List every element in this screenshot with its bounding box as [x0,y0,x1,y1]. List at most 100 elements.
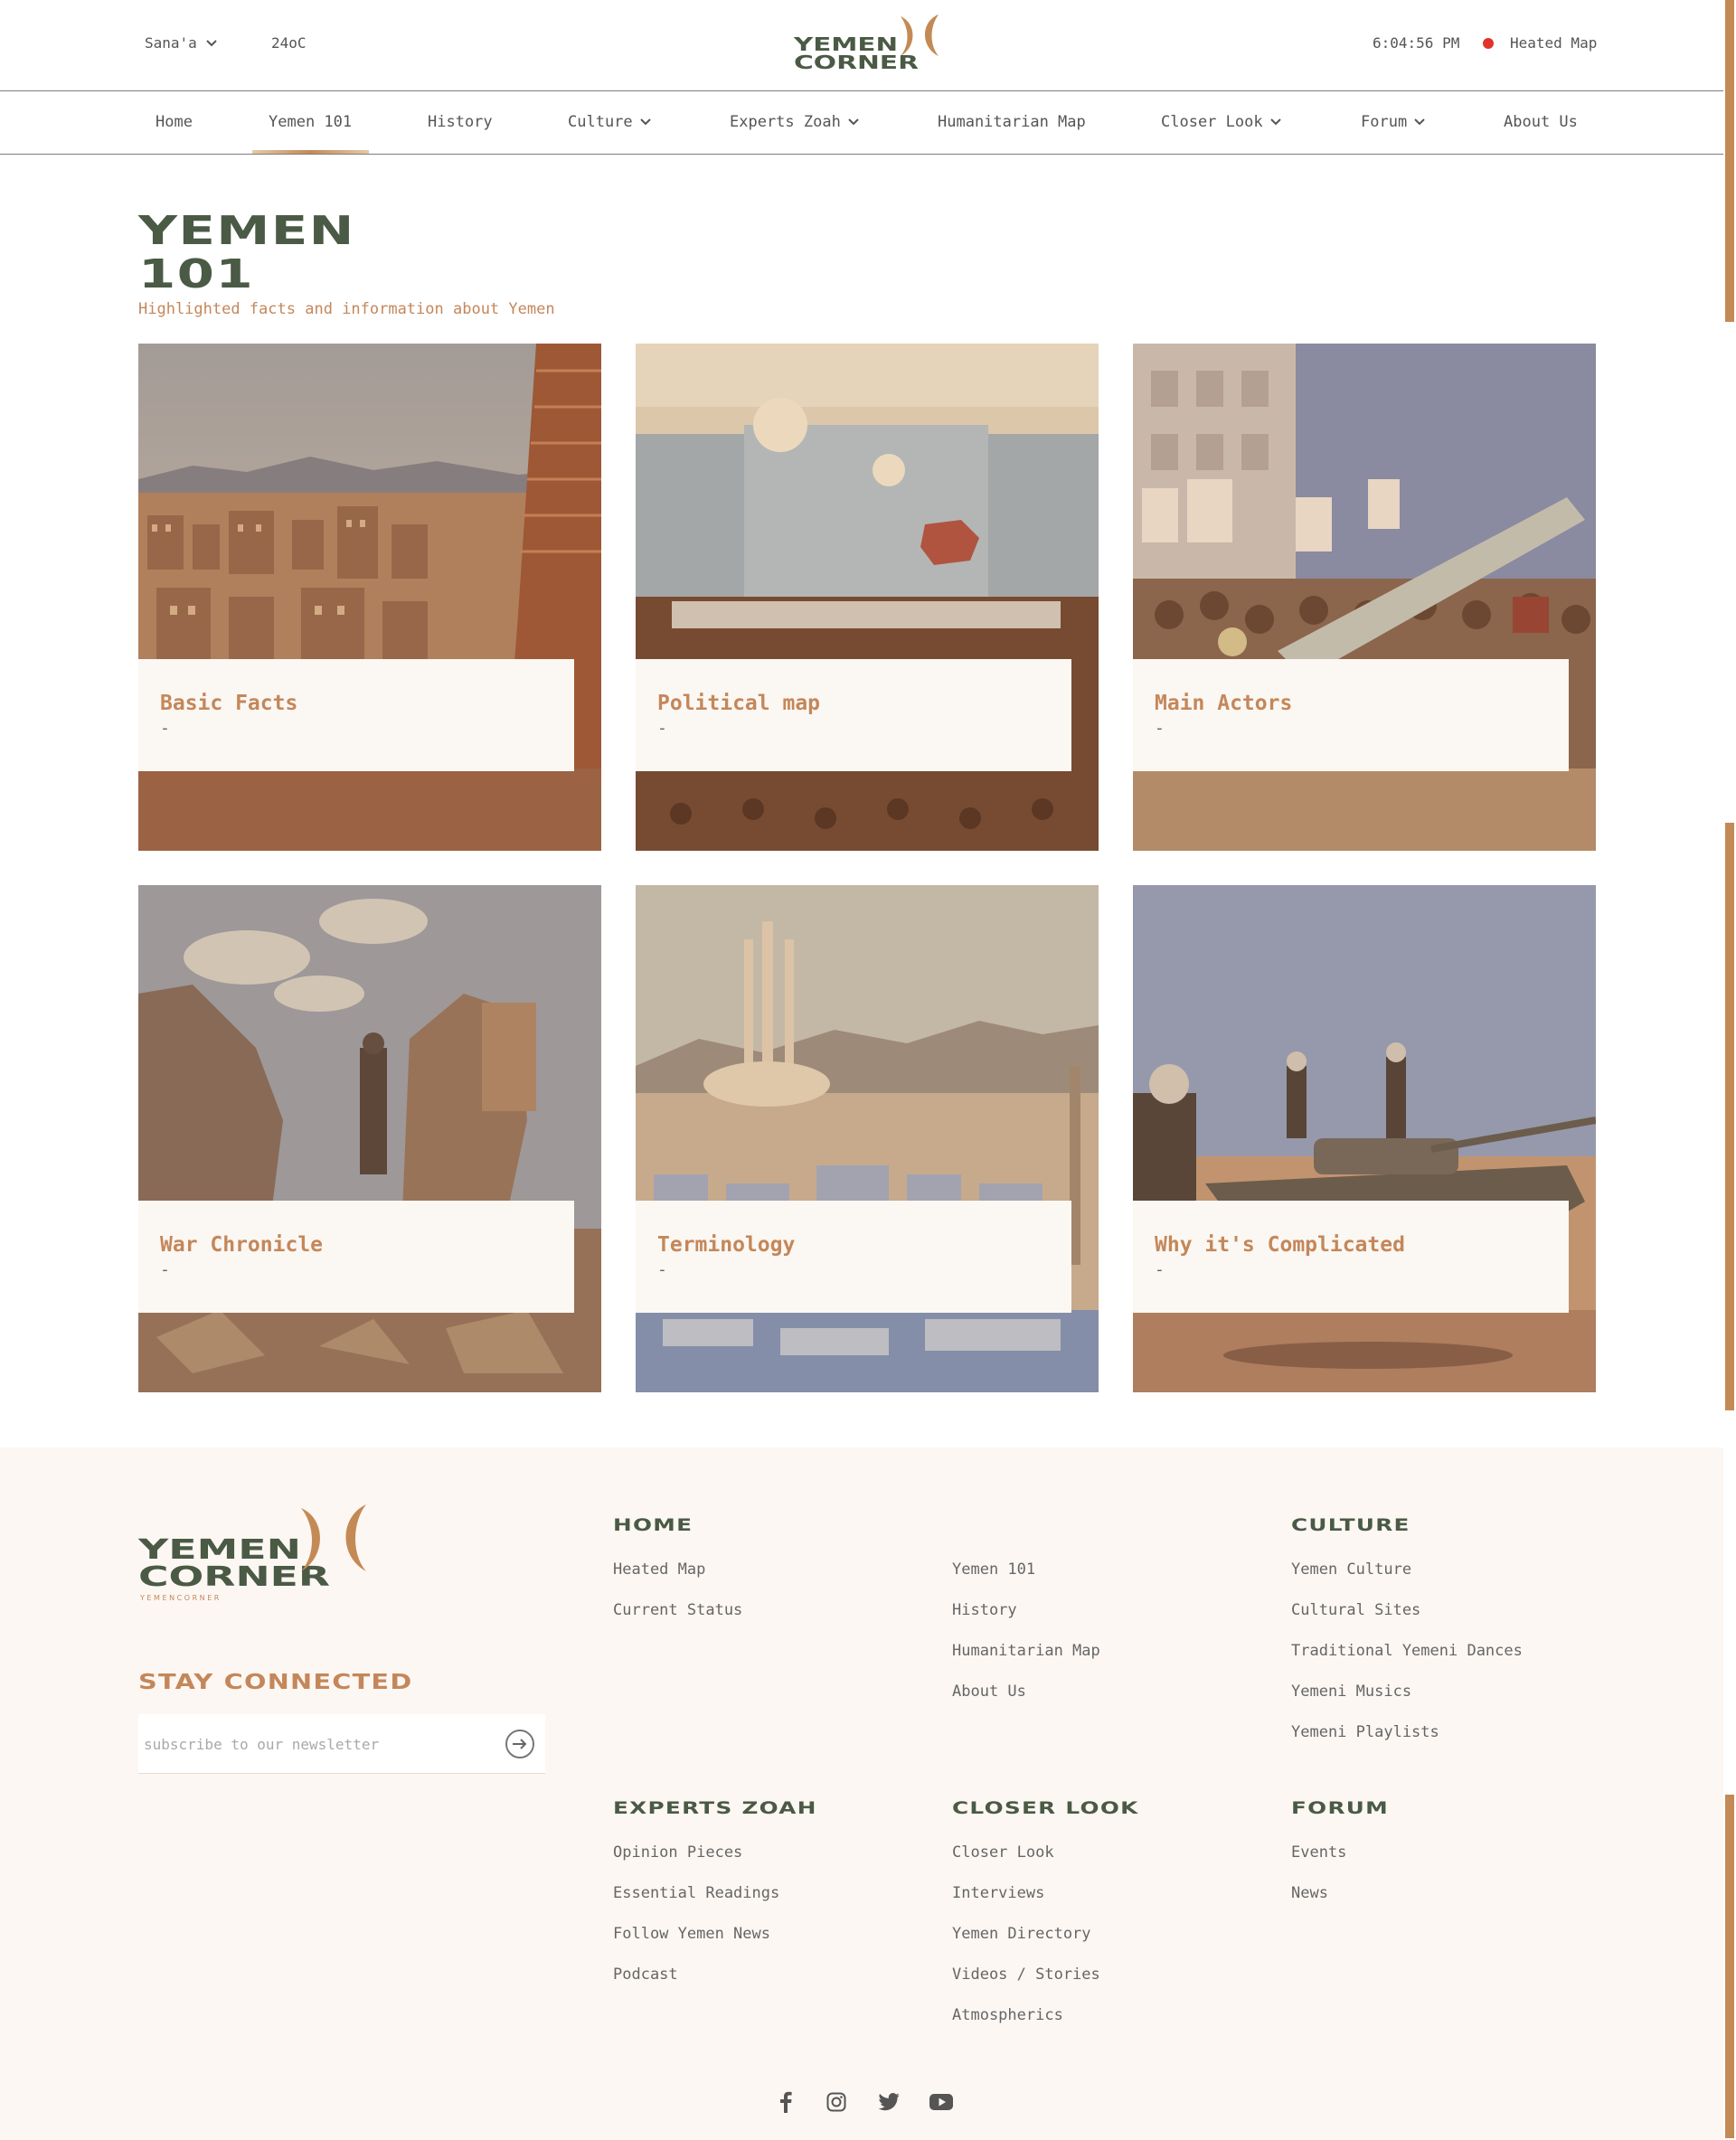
nav-history[interactable]: History [428,113,493,131]
footer-link[interactable]: Follow Yemen News [613,1925,770,1943]
title-line-2: 101 [138,251,255,297]
temperature: 24oC [271,34,307,52]
tint-overlay [1133,885,1596,1392]
footer-logo[interactable]: YEMEN CORNER Y E M E N C O R N E R [138,1503,370,1604]
nav-culture[interactable]: Culture [568,113,651,131]
active-tab-indicator [252,150,369,154]
card-war-chronicle[interactable]: War Chronicle - [138,885,601,1392]
footer-link[interactable]: Traditional Yemeni Dances [1291,1642,1523,1660]
chevron-down-icon [206,39,217,46]
card-why-complicated[interactable]: Why it's Complicated - [1133,885,1596,1392]
nav-forum[interactable]: Forum [1361,113,1425,131]
newsletter-form [138,1714,545,1774]
nav-label: Yemen 101 [269,113,353,131]
chevron-down-icon [848,118,859,126]
footer-link[interactable]: Podcast [613,1966,678,1984]
site-logo[interactable]: YEMEN CORNER [794,11,942,74]
footer-heading-experts-zoah: EXPERTS ZOAH [613,1798,817,1818]
city-selector[interactable]: Sana'a [145,34,217,52]
card-title: Political map [657,692,821,715]
tint-overlay [636,885,1099,1392]
nav-label: Culture [568,113,633,131]
footer-heading-forum: FORUM [1291,1798,1390,1818]
footer-link[interactable]: Interviews [952,1884,1044,1902]
tint-overlay [138,885,601,1392]
footer-link[interactable]: Yemeni Musics [1291,1683,1411,1701]
card-basic-facts[interactable]: Basic Facts - [138,344,601,851]
footer-heading-culture: CULTURE [1291,1515,1410,1535]
footer-link[interactable]: Current Status [613,1601,742,1619]
facebook-icon[interactable] [774,2090,797,2114]
youtube-icon[interactable] [929,2090,953,2114]
nav-label: Forum [1361,113,1408,131]
card-dash: - [160,1260,170,1279]
card-political-map[interactable]: Political map - [636,344,1099,851]
footer-link[interactable]: Humanitarian Map [952,1642,1100,1660]
tint-overlay [138,344,601,851]
card-dash: - [1155,719,1165,738]
chevron-down-icon [1269,118,1281,126]
card-title: Main Actors [1155,692,1293,715]
tint-overlay [636,344,1099,851]
svg-text:CORNER: CORNER [794,52,919,73]
page-title: YEMEN 101 [138,210,355,297]
nav-label: Humanitarian Map [938,113,1086,131]
city-label: Sana'a [145,34,197,52]
title-line-1: YEMEN [138,208,355,254]
card-main-actors[interactable]: Main Actors - [1133,344,1596,851]
card-dash: - [1155,1260,1165,1279]
nav-home[interactable]: Home [156,113,193,131]
footer-link[interactable]: Opinion Pieces [613,1843,742,1862]
footer-link[interactable]: About Us [952,1683,1026,1701]
card-label-box: War Chronicle - [138,1201,574,1313]
nav-label: Experts Zoah [730,113,841,131]
card-dash: - [160,719,170,738]
instagram-icon[interactable] [825,2090,848,2114]
footer-link[interactable]: Essential Readings [613,1884,779,1902]
card-title: Why it's Complicated [1155,1233,1405,1257]
arrow-right-icon [513,1739,527,1749]
newsletter-submit-button[interactable] [505,1730,534,1758]
footer-link[interactable]: Events [1291,1843,1346,1862]
footer-link[interactable]: Cultural Sites [1291,1601,1420,1619]
footer-link[interactable]: Yemen Culture [1291,1560,1411,1579]
footer-link[interactable]: Yemen 101 [952,1560,1035,1579]
brand-tagline: Y E M E N C O R N E R [139,1594,220,1602]
card-label-box: Terminology - [636,1201,1071,1313]
card-dash: - [657,719,667,738]
scrollbar-thumb[interactable] [1725,1795,1734,2138]
clock: 6:04:56 PM [1373,34,1460,52]
nav-label: History [428,113,493,131]
page-subtitle: Highlighted facts and information about … [138,300,555,318]
heated-map-link[interactable]: Heated Map [1510,34,1597,52]
card-title: Terminology [657,1233,796,1257]
stay-connected-heading: STAY CONNECTED [138,1671,413,1694]
tint-overlay [1133,344,1596,851]
card-title: War Chronicle [160,1233,324,1257]
twitter-icon[interactable] [877,2090,901,2114]
nav-experts-zoah[interactable]: Experts Zoah [730,113,859,131]
footer-link[interactable]: Yemen Directory [952,1925,1091,1943]
footer-link[interactable]: Closer Look [952,1843,1054,1862]
newsletter-input[interactable] [144,1730,469,1758]
scrollbar-thumb[interactable] [1725,823,1734,1410]
footer-link[interactable]: History [952,1601,1017,1619]
nav-about-us[interactable]: About Us [1504,113,1578,131]
footer-link[interactable]: Videos / Stories [952,1966,1100,1984]
chevron-down-icon [639,118,651,126]
nav-label: Closer Look [1161,113,1263,131]
nav-humanitarian-map[interactable]: Humanitarian Map [938,113,1086,131]
card-terminology[interactable]: Terminology - [636,885,1099,1392]
footer-link[interactable]: Heated Map [613,1560,705,1579]
footer-link[interactable]: Yemeni Playlists [1291,1723,1439,1741]
card-label-box: Basic Facts - [138,659,574,771]
nav-yemen-101[interactable]: Yemen 101 [269,113,352,131]
svg-text:CORNER: CORNER [138,1561,330,1593]
card-label-box: Political map - [636,659,1071,771]
nav-closer-look[interactable]: Closer Look [1161,113,1281,131]
chevron-down-icon [1414,118,1425,126]
card-label-box: Main Actors - [1133,659,1569,771]
scrollbar-thumb[interactable] [1725,0,1734,322]
footer-link[interactable]: Atmospherics [952,2006,1063,2024]
footer-link[interactable]: News [1291,1884,1328,1902]
